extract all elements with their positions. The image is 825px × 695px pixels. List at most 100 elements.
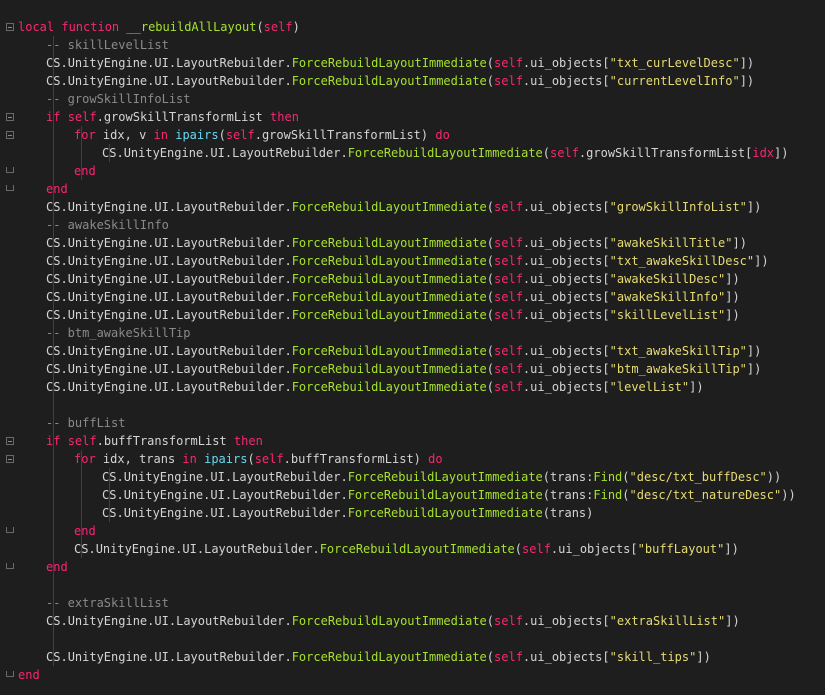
code-line[interactable]: -- buffList <box>18 414 825 432</box>
code-line[interactable]: end <box>18 522 825 540</box>
fold-collapse-icon[interactable] <box>6 23 14 31</box>
code-text: CS.UnityEngine.UI.LayoutRebuilder.ForceR… <box>46 288 740 306</box>
code-line[interactable]: CS.UnityEngine.UI.LayoutRebuilder.ForceR… <box>18 252 825 270</box>
code-line[interactable]: CS.UnityEngine.UI.LayoutRebuilder.ForceR… <box>18 270 825 288</box>
punctuation <box>263 110 270 124</box>
identifier: LayoutRebuilder <box>232 506 341 520</box>
code-area[interactable]: local function __rebuildAllLayout(self) -… <box>18 18 825 684</box>
punctuation: ( <box>486 74 495 88</box>
punctuation: ]) <box>725 272 740 286</box>
code-line[interactable]: for idx, trans in ipairs(self.buffTransf… <box>18 450 825 468</box>
code-line[interactable]: end <box>18 180 825 198</box>
fold-collapse-icon[interactable] <box>6 437 14 445</box>
code-line[interactable]: CS.UnityEngine.UI.LayoutRebuilder.ForceR… <box>18 378 825 396</box>
punctuation: ( <box>486 614 495 628</box>
code-line[interactable] <box>18 630 825 648</box>
code-line[interactable]: -- awakeSkillInfo <box>18 216 825 234</box>
code-line[interactable]: end <box>18 558 825 576</box>
indent-guide <box>53 162 54 180</box>
keyword: if <box>46 434 61 448</box>
identifier: UnityEngine <box>67 272 148 286</box>
punctuation: . <box>60 236 68 250</box>
function-name: __rebuildAllLayout <box>126 20 257 34</box>
identifier: CS <box>46 290 61 304</box>
code-line[interactable]: CS.UnityEngine.UI.LayoutRebuilder.ForceR… <box>18 360 825 378</box>
punctuation: [ <box>602 74 610 88</box>
code-line[interactable] <box>18 396 825 414</box>
punctuation: ( <box>486 380 495 394</box>
code-line[interactable]: CS.UnityEngine.UI.LayoutRebuilder.ForceR… <box>18 342 825 360</box>
identifier: UI <box>210 488 225 502</box>
fold-end-marker-icon <box>6 527 14 533</box>
punctuation: ) <box>292 20 300 34</box>
code-line[interactable]: CS.UnityEngine.UI.LayoutRebuilder.ForceR… <box>18 486 825 504</box>
punctuation: ]) <box>746 344 762 358</box>
code-text: -- buffList <box>46 414 125 432</box>
code-line[interactable]: CS.UnityEngine.UI.LayoutRebuilder.ForceR… <box>18 54 825 72</box>
code-line[interactable]: -- btm_awakeSkillTip <box>18 324 825 342</box>
code-line[interactable]: CS.UnityEngine.UI.LayoutRebuilder.ForceR… <box>18 540 825 558</box>
self-keyword: self <box>67 110 97 124</box>
function-name: ForceRebuildLayoutImmediate <box>291 272 487 286</box>
code-line[interactable]: CS.UnityEngine.UI.LayoutRebuilder.ForceR… <box>18 144 825 162</box>
punctuation: . <box>168 254 177 268</box>
punctuation: . <box>60 200 68 214</box>
code-line[interactable] <box>18 576 825 594</box>
punctuation: ( <box>486 308 495 322</box>
code-line[interactable]: CS.UnityEngine.UI.LayoutRebuilder.ForceR… <box>18 288 825 306</box>
code-line[interactable]: CS.UnityEngine.UI.LayoutRebuilder.ForceR… <box>18 468 825 486</box>
keyword: then <box>233 434 263 448</box>
code-text: CS.UnityEngine.UI.LayoutRebuilder.ForceR… <box>102 144 788 162</box>
punctuation: ]) <box>689 380 704 394</box>
code-line[interactable]: CS.UnityEngine.UI.LayoutRebuilder.ForceR… <box>18 198 825 216</box>
indent-guide <box>81 144 82 162</box>
code-line[interactable]: -- growSkillInfoList <box>18 90 825 108</box>
punctuation: )) <box>781 488 796 502</box>
fold-collapse-icon[interactable] <box>6 131 14 139</box>
code-line[interactable]: local function __rebuildAllLayout(self) <box>18 18 825 36</box>
self-keyword: self <box>494 272 523 286</box>
code-line[interactable]: for idx, v in ipairs(self.growSkillTrans… <box>18 126 825 144</box>
code-line[interactable]: CS.UnityEngine.UI.LayoutRebuilder.ForceR… <box>18 306 825 324</box>
code-line[interactable]: if self.growSkillTransformList then <box>18 108 825 126</box>
punctuation: ]) <box>739 74 755 88</box>
code-line[interactable]: CS.UnityEngine.UI.LayoutRebuilder.ForceR… <box>18 648 825 666</box>
identifier: UnityEngine <box>123 506 204 520</box>
code-line[interactable]: CS.UnityEngine.UI.LayoutRebuilder.ForceR… <box>18 504 825 522</box>
self-keyword: self <box>494 74 523 88</box>
code-line[interactable]: end <box>18 162 825 180</box>
identifier: UI <box>154 344 169 358</box>
string-literal: "txt_awakeSkillDesc" <box>609 254 755 268</box>
code-line[interactable]: -- extraSkillList <box>18 594 825 612</box>
punctuation: . <box>96 434 104 448</box>
comment: -- awakeSkillInfo <box>46 218 169 232</box>
code-line[interactable]: CS.UnityEngine.UI.LayoutRebuilder.ForceR… <box>18 72 825 90</box>
punctuation: ]) <box>739 56 755 70</box>
identifier: CS <box>46 272 61 286</box>
identifier: UI <box>154 254 169 268</box>
code-text: CS.UnityEngine.UI.LayoutRebuilder.ForceR… <box>46 54 754 72</box>
fold-collapse-icon[interactable] <box>6 113 14 121</box>
punctuation: . <box>60 362 68 376</box>
code-line[interactable]: if self.buffTransformList then <box>18 432 825 450</box>
punctuation: [ <box>602 614 610 628</box>
code-editor[interactable]: local function __rebuildAllLayout(self) -… <box>0 0 825 695</box>
code-line[interactable]: CS.UnityEngine.UI.LayoutRebuilder.ForceR… <box>18 612 825 630</box>
code-line[interactable]: -- skillLevelList <box>18 36 825 54</box>
identifier: ui_objects <box>530 254 603 268</box>
identifier: trans <box>139 452 176 466</box>
identifier: UnityEngine <box>123 470 204 484</box>
punctuation: . <box>168 614 177 628</box>
fold-collapse-icon[interactable] <box>6 455 14 463</box>
function-name: ForceRebuildLayoutImmediate <box>347 146 543 160</box>
punctuation: . <box>284 362 292 376</box>
code-line[interactable]: end <box>18 666 825 684</box>
punctuation: )) <box>766 470 782 484</box>
identifier: UI <box>210 470 225 484</box>
punctuation: . <box>60 56 68 70</box>
identifier: UnityEngine <box>67 362 148 376</box>
identifier: LayoutRebuilder <box>176 650 285 664</box>
punctuation <box>60 434 67 448</box>
punctuation: . <box>60 290 68 304</box>
code-line[interactable]: CS.UnityEngine.UI.LayoutRebuilder.ForceR… <box>18 234 825 252</box>
